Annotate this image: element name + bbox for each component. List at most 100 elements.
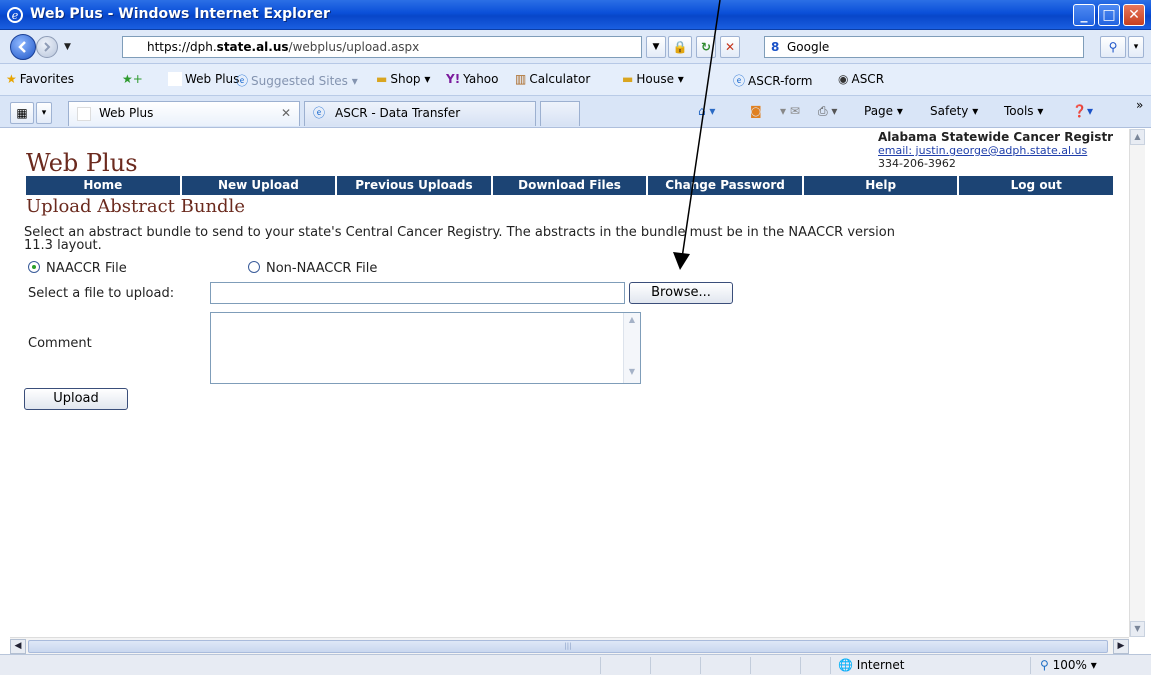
back-button[interactable] (10, 34, 36, 60)
scroll-right-icon[interactable]: ▶ (1113, 639, 1129, 654)
fav-item-house[interactable]: ▬ House ▾ (622, 72, 684, 86)
fav-item-suggested-sites[interactable]: ⓔ Suggested Sites ▾ (236, 72, 358, 89)
internet-explorer-icon: e (7, 7, 23, 23)
radio-unselected-icon (248, 261, 260, 273)
toolbar-overflow-icon[interactable]: » (1136, 98, 1143, 112)
zone-label: Internet (856, 658, 905, 672)
radio-label: Non-NAACCR File (266, 261, 378, 276)
feeds-icon[interactable]: ◙ (750, 104, 762, 118)
status-divider (1030, 657, 1031, 674)
fav-item-label: House ▾ (636, 72, 684, 86)
ascr-icon: ◉ (838, 72, 849, 86)
tab-label: ASCR - Data Transfer (335, 106, 461, 120)
scroll-left-icon[interactable]: ◀ (10, 639, 26, 654)
stop-icon[interactable]: ✕ (720, 36, 740, 58)
search-input[interactable]: 8 Google (764, 36, 1084, 58)
recent-pages-dropdown-icon[interactable]: ▼ (64, 42, 71, 52)
home-icon[interactable]: ⌂ ▾ (698, 104, 715, 118)
comment-textarea[interactable]: ▲ ▼ (210, 312, 641, 384)
upload-instructions: Select an abstract bundle to send to you… (24, 225, 895, 253)
search-options-icon[interactable]: ▾ (1128, 36, 1144, 58)
menu-previous-uploads[interactable]: Previous Uploads (337, 176, 491, 195)
status-divider (750, 657, 751, 674)
fav-item-ascr-form[interactable]: ⓔ ASCR-form (733, 72, 812, 89)
scroll-down-icon[interactable]: ▼ (626, 367, 638, 381)
favorites-button[interactable]: ★ Favorites (6, 72, 74, 86)
fav-item-label: Web Plus (185, 72, 240, 86)
favorites-label: Favorites (19, 72, 74, 86)
page-vertical-scrollbar[interactable]: ▲ ▼ (1129, 129, 1145, 637)
upload-button[interactable]: Upload (24, 388, 128, 410)
window-title: Web Plus - Windows Internet Explorer (30, 6, 330, 22)
security-zone[interactable]: 🌐 Internet (838, 658, 904, 672)
scroll-up-icon[interactable]: ▲ (1130, 129, 1145, 145)
tab-web-plus[interactable]: Web Plus ✕ (68, 101, 300, 126)
browse-button[interactable]: Browse... (629, 282, 733, 304)
tab-ascr-data-transfer[interactable]: ⓔ ASCR - Data Transfer (304, 101, 536, 126)
menu-new-upload[interactable]: New Upload (181, 176, 336, 195)
zoom-control[interactable]: ⚲ 100% ▾ (1040, 658, 1097, 672)
menu-download-files[interactable]: Download Files (492, 176, 647, 195)
fav-item-yahoo[interactable]: Y! Yahoo (446, 72, 499, 86)
status-divider (650, 657, 651, 674)
zoom-icon: ⚲ (1040, 658, 1049, 672)
status-divider (800, 657, 801, 674)
page-horizontal-scrollbar[interactable]: ◀ ||| ▶ (10, 637, 1129, 654)
calculator-icon: ▥ (515, 72, 527, 86)
search-icon[interactable]: ⚲ (1100, 36, 1126, 58)
menu-home[interactable]: Home (26, 176, 180, 195)
tools-menu[interactable]: Tools ▾ (1004, 104, 1043, 118)
radio-naaccr[interactable]: NAACCR File (28, 261, 127, 276)
safety-menu[interactable]: Safety ▾ (930, 104, 978, 118)
mail-icon[interactable]: ▾ ✉ (780, 104, 800, 118)
fav-item-label: Suggested Sites ▾ (251, 74, 358, 88)
comment-scrollbar[interactable]: ▲ ▼ (623, 313, 640, 383)
folder-icon: ▬ (622, 72, 634, 86)
radio-non-naaccr[interactable]: Non-NAACCR File (248, 261, 377, 276)
status-divider (600, 657, 601, 674)
page-menu[interactable]: Page ▾ (864, 104, 903, 118)
close-window-button[interactable]: ✕ (1123, 4, 1145, 26)
menu-log-out[interactable]: Log out (959, 176, 1114, 195)
fav-item-ascr[interactable]: ◉ ASCR (838, 72, 884, 86)
scroll-up-icon[interactable]: ▲ (626, 315, 638, 329)
address-dropdown-icon[interactable]: ▼ (646, 36, 666, 58)
menu-help[interactable]: Help (803, 176, 958, 195)
help-icon[interactable]: ❓▾ (1072, 104, 1093, 118)
scroll-down-icon[interactable]: ▼ (1130, 621, 1145, 637)
folder-icon: ▬ (376, 72, 388, 86)
status-bar: 🌐 Internet ⚲ 100% ▾ (0, 654, 1151, 675)
star-icon: ★ (6, 72, 17, 86)
favorites-bar: ★ Favorites ★+ Web Plus ⓔ Suggested Sites … (0, 64, 1151, 96)
fav-item-shop[interactable]: ▬ Shop ▾ (376, 72, 430, 86)
org-email-link[interactable]: email: justin.george@adph.state.al.us (878, 144, 1129, 157)
minimize-button[interactable]: _ (1073, 4, 1095, 26)
horizontal-scroll-thumb[interactable]: ||| (28, 640, 1108, 653)
maximize-button[interactable]: □ (1098, 4, 1120, 26)
menu-change-password[interactable]: Change Password (648, 176, 802, 195)
ie-page-icon: ⓔ (733, 74, 746, 88)
forward-button[interactable] (36, 36, 58, 58)
fav-item-web-plus[interactable]: Web Plus (168, 72, 239, 86)
fav-item-calculator[interactable]: ▥ Calculator (515, 72, 590, 86)
lock-icon[interactable]: 🔒 (668, 36, 692, 58)
main-menu: Home New Upload Previous Uploads Downloa… (26, 176, 1114, 195)
refresh-icon[interactable]: ↻ (696, 36, 716, 58)
close-tab-icon[interactable]: ✕ (281, 102, 291, 125)
window-title-bar[interactable]: e Web Plus - Windows Internet Explorer _… (0, 0, 1151, 30)
file-label: Select a file to upload: (28, 286, 175, 301)
blank-page-icon (77, 107, 91, 121)
fav-item-label: ASCR-form (748, 74, 813, 88)
address-field[interactable]: https://dph.state.al.us/webplus/upload.a… (122, 36, 642, 58)
print-icon[interactable]: ⎙ ▾ (818, 104, 837, 119)
file-path-input[interactable] (210, 282, 625, 304)
radio-label: NAACCR File (46, 261, 127, 276)
page-heading: Upload Abstract Bundle (26, 196, 245, 217)
add-favorite-icon[interactable]: ★+ (122, 72, 143, 86)
new-tab-button[interactable] (540, 101, 580, 126)
radio-selected-icon (28, 261, 40, 273)
page-content: Web Plus Alabama Statewide Cancer Regist… (10, 129, 1129, 637)
quick-tabs-icon[interactable]: ▦ (10, 102, 34, 124)
fav-item-label: ASCR (851, 72, 885, 86)
tab-list-icon[interactable]: ▾ (36, 102, 52, 124)
